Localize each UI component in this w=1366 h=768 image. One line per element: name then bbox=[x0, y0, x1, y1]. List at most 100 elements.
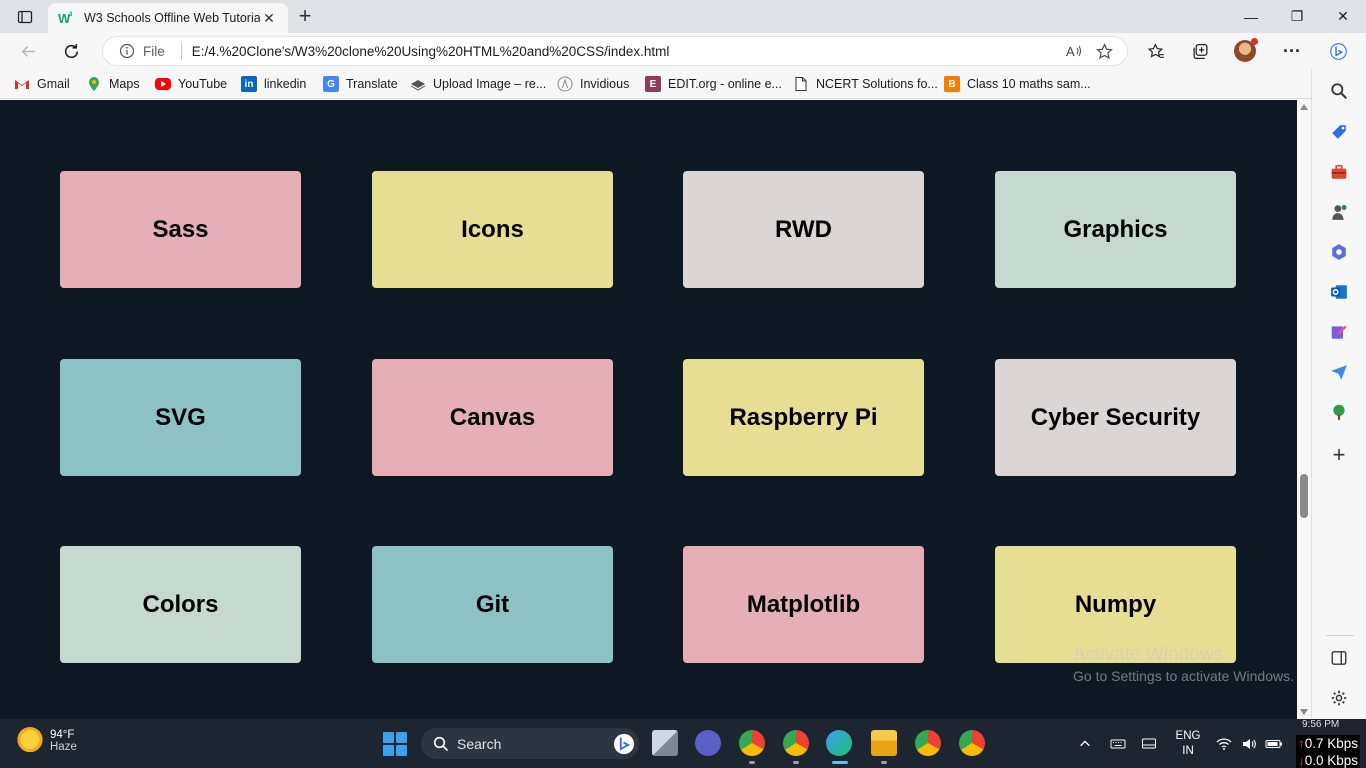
input-language-indicator[interactable]: ENG IN bbox=[1172, 729, 1204, 759]
card-colors[interactable]: Colors bbox=[60, 546, 301, 663]
card-graphics[interactable]: Graphics bbox=[995, 171, 1236, 288]
tab-close-icon[interactable]: ✕ bbox=[260, 10, 278, 27]
favorite-upload-image[interactable]: Upload Image – re... bbox=[410, 74, 546, 94]
sidebar-designer-icon[interactable] bbox=[1327, 320, 1351, 344]
favorite-translate[interactable]: G Translate bbox=[323, 74, 398, 94]
favorite-label: Class 10 maths sam... bbox=[967, 77, 1091, 91]
card-label: Matplotlib bbox=[746, 590, 861, 618]
windows-logo-pane bbox=[383, 732, 394, 743]
chrome-profile-4-icon[interactable] bbox=[959, 730, 985, 756]
edit-org-icon: E bbox=[645, 76, 661, 92]
display-icon[interactable] bbox=[1141, 719, 1157, 768]
collections-button[interactable] bbox=[1185, 37, 1215, 65]
search-label: Search bbox=[457, 735, 502, 752]
invidious-icon bbox=[557, 76, 573, 92]
chrome-profile-2-icon[interactable] bbox=[783, 730, 809, 756]
region-code: IN bbox=[1182, 745, 1194, 757]
card-cyber-security[interactable]: Cyber Security bbox=[995, 359, 1236, 476]
address-bar[interactable]: File E:/4.%20Clone's/W3%20clone%20Using%… bbox=[102, 36, 1128, 66]
url-text[interactable]: E:/4.%20Clone's/W3%20clone%20Using%20HTM… bbox=[192, 44, 1059, 59]
w3schools-favicon-icon: W 3 bbox=[58, 11, 73, 26]
info-icon[interactable] bbox=[119, 43, 135, 59]
windows-logo-pane bbox=[396, 745, 407, 756]
favorite-invidious[interactable]: Invidious bbox=[557, 74, 629, 94]
teams-chat-icon[interactable] bbox=[695, 730, 721, 756]
refresh-button[interactable] bbox=[56, 37, 86, 65]
card-rwd[interactable]: RWD bbox=[683, 171, 924, 288]
favorite-class10-maths[interactable]: B Class 10 maths sam... bbox=[944, 74, 1091, 94]
favorite-linkedin[interactable]: in linkedin bbox=[241, 74, 306, 94]
chrome-profile-1-icon[interactable] bbox=[739, 730, 765, 756]
read-aloud-icon[interactable]: A bbox=[1059, 37, 1089, 65]
favorite-gmail[interactable]: Gmail bbox=[14, 74, 70, 94]
favorite-maps[interactable]: Maps bbox=[86, 74, 140, 94]
tab-title: W3 Schools Offline Web Tutorial bbox=[84, 11, 260, 25]
sidebar-search-icon[interactable] bbox=[1327, 79, 1351, 103]
profile-button[interactable] bbox=[1230, 37, 1260, 65]
card-label: Icons bbox=[461, 215, 524, 243]
clock[interactable]: 9:56 PM bbox=[1302, 719, 1339, 730]
favorites-star-list-icon bbox=[1147, 42, 1164, 58]
scroll-up-icon[interactable] bbox=[1300, 104, 1308, 110]
favorite-edit-org[interactable]: E EDIT.org - online e... bbox=[645, 74, 782, 94]
tab-actions-button[interactable] bbox=[8, 6, 42, 28]
minimize-button[interactable]: — bbox=[1228, 0, 1274, 33]
sidebar-settings-icon[interactable] bbox=[1327, 686, 1351, 710]
back-button[interactable] bbox=[13, 37, 43, 65]
favorite-label: Maps bbox=[109, 77, 140, 91]
card-matplotlib[interactable]: Matplotlib bbox=[683, 546, 924, 663]
sidebar-shopping-icon[interactable] bbox=[1327, 120, 1351, 144]
maximize-button[interactable]: ❐ bbox=[1274, 0, 1320, 33]
scroll-down-icon[interactable] bbox=[1300, 709, 1308, 715]
volume-icon[interactable] bbox=[1241, 719, 1257, 768]
taskbar-search[interactable]: Search bbox=[421, 728, 639, 759]
favorite-star-icon[interactable] bbox=[1089, 37, 1119, 65]
sidebar-tree-icon[interactable] bbox=[1327, 400, 1351, 424]
card-icons[interactable]: Icons bbox=[372, 171, 613, 288]
start-button[interactable] bbox=[383, 732, 407, 756]
sidebar-hide-icon[interactable] bbox=[1327, 646, 1351, 670]
card-svg[interactable]: SVG bbox=[60, 359, 301, 476]
card-canvas[interactable]: Canvas bbox=[372, 359, 613, 476]
weather-temperature: 94°F bbox=[50, 729, 75, 741]
gmail-icon bbox=[14, 76, 30, 92]
task-view-icon[interactable] bbox=[652, 730, 678, 756]
close-window-button[interactable]: ✕ bbox=[1320, 0, 1366, 33]
sidebar-tools-icon[interactable] bbox=[1327, 160, 1351, 184]
card-git[interactable]: Git bbox=[372, 546, 613, 663]
download-arrow-icon: ↓ bbox=[1298, 753, 1305, 768]
sidebar-add-icon[interactable]: + bbox=[1327, 442, 1351, 467]
battery-icon[interactable] bbox=[1265, 719, 1283, 768]
favorite-youtube[interactable]: YouTube bbox=[155, 74, 227, 94]
sidebar-microsoft365-icon[interactable] bbox=[1327, 240, 1351, 264]
sidebar-outlook-icon[interactable] bbox=[1327, 280, 1351, 304]
upload-speed: 0.7 Kbps bbox=[1304, 736, 1359, 751]
more-options-icon[interactable]: ··· bbox=[1277, 37, 1307, 65]
chrome-profile-3-icon[interactable] bbox=[915, 730, 941, 756]
weather-condition: Haze bbox=[50, 741, 77, 753]
youtube-icon bbox=[155, 78, 171, 90]
new-tab-button[interactable]: + bbox=[292, 3, 318, 28]
page-content: Sass Icons RWD Graphics SVG Canvas Raspb… bbox=[0, 100, 1297, 719]
browser-tab[interactable]: W 3 W3 Schools Offline Web Tutorial ✕ bbox=[48, 3, 288, 33]
file-explorer-icon[interactable] bbox=[871, 730, 897, 756]
favorite-label: NCERT Solutions fo... bbox=[816, 77, 938, 91]
favorite-ncert[interactable]: NCERT Solutions fo... bbox=[793, 74, 938, 94]
sidebar-send-icon[interactable] bbox=[1327, 360, 1351, 384]
edge-browser-icon[interactable] bbox=[826, 730, 852, 756]
bing-copilot-button[interactable] bbox=[1321, 34, 1355, 68]
card-raspberry-pi[interactable]: Raspberry Pi bbox=[683, 359, 924, 476]
weather-widget[interactable]: 94°F Haze bbox=[16, 727, 77, 755]
favorites-button[interactable] bbox=[1141, 37, 1171, 65]
language-code: ENG bbox=[1175, 730, 1201, 742]
wifi-icon[interactable] bbox=[1216, 719, 1232, 768]
windows-logo-pane bbox=[396, 732, 407, 743]
scroll-thumb[interactable] bbox=[1300, 474, 1308, 518]
card-sass[interactable]: Sass bbox=[60, 171, 301, 288]
sidebar-games-icon[interactable] bbox=[1327, 200, 1351, 224]
keyboard-icon[interactable] bbox=[1110, 719, 1126, 768]
upload-arrow-icon: ↑ bbox=[1298, 736, 1305, 751]
show-hidden-icons-button[interactable] bbox=[1078, 719, 1092, 768]
favorite-label: EDIT.org - online e... bbox=[668, 77, 782, 91]
page-scrollbar[interactable] bbox=[1297, 100, 1311, 719]
